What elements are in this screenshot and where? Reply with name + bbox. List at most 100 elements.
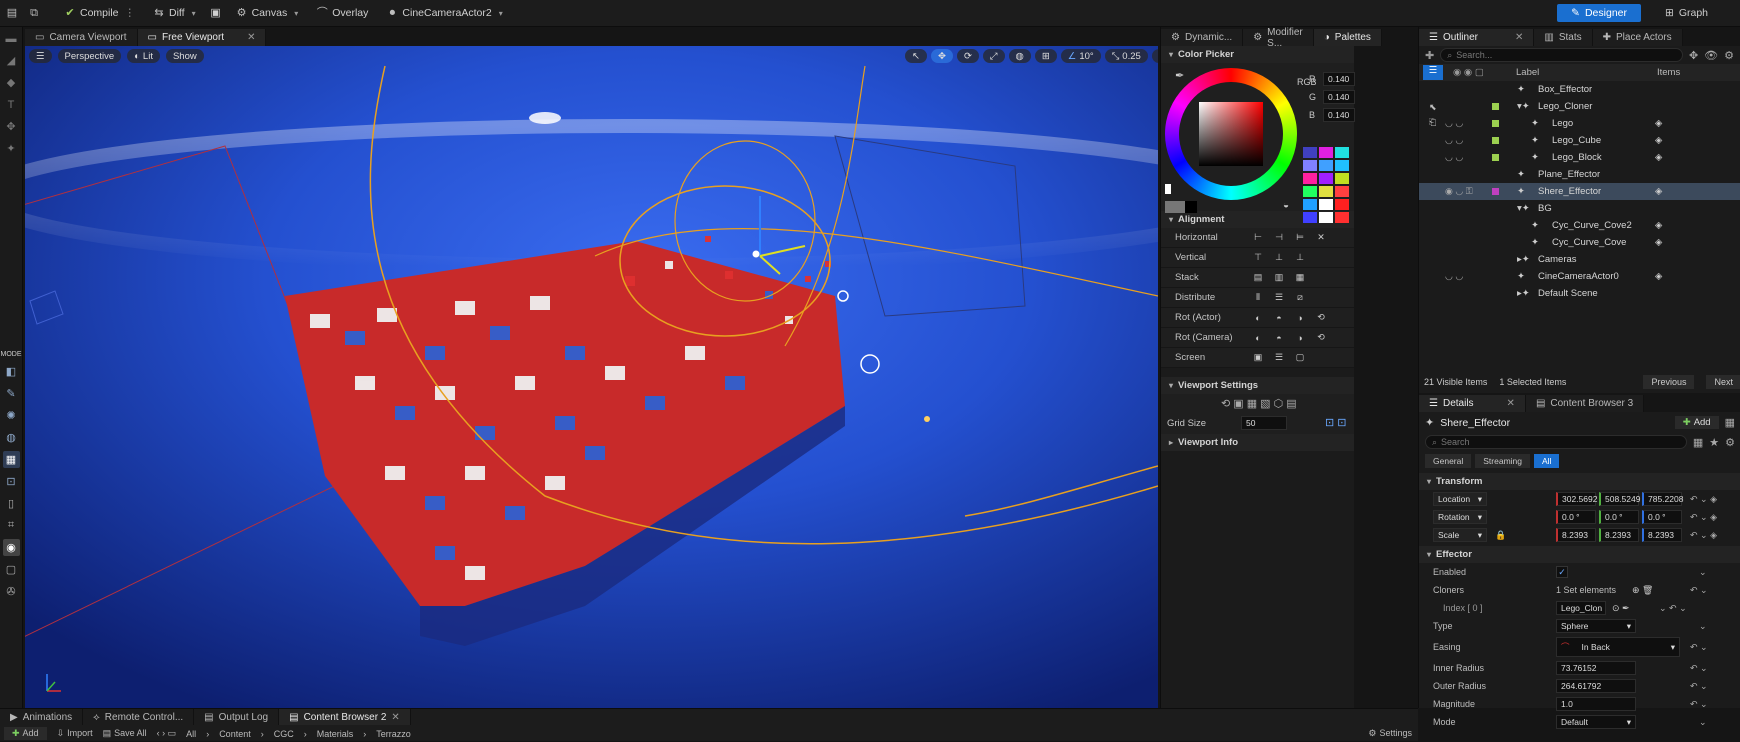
actor-action-icon[interactable]: ◈ [1655, 237, 1662, 248]
visibility-eye-icon[interactable]: ◡ ◡ [1445, 135, 1463, 146]
tab-animations[interactable]: ▶ Animations [0, 709, 84, 725]
distribute-d-icon[interactable]: ⧄ [1293, 291, 1307, 305]
outliner-search-input[interactable]: ⌕ Search... [1440, 48, 1683, 62]
screen-fit-icon[interactable]: ▣ [1251, 351, 1265, 365]
stack-y-icon[interactable]: ▥ [1272, 271, 1286, 285]
scale-z-field[interactable]: 8.2393 [1642, 528, 1682, 542]
color-swatch[interactable] [1335, 173, 1349, 184]
camera-actor-select[interactable]: ⏺ CineCameraActor2 [382, 3, 506, 23]
diff-button[interactable]: ⇆ Diff [149, 3, 200, 23]
camera-tool-icon[interactable]: ◉ [2, 539, 20, 556]
reset-arrow-icon[interactable]: ↶ ⌄ [1690, 642, 1708, 653]
tab-details[interactable]: ☰ Details ✕ [1419, 395, 1526, 412]
designer-mode-button[interactable]: ✎ Designer [1557, 4, 1641, 22]
tab-free-viewport[interactable]: ▭ Free Viewport ✕ [137, 29, 267, 46]
frame-tool-icon[interactable]: ⊡ [3, 473, 20, 490]
outliner-row[interactable]: ◡ ◡ ✦ CineCameraActor0 ◈ [1419, 268, 1740, 285]
magnitude-field[interactable]: 1.0 [1556, 697, 1636, 711]
close-icon[interactable]: ✕ [1507, 398, 1515, 409]
items-column-header[interactable]: Items [1657, 67, 1680, 78]
stack-z-icon[interactable]: ▦ [1293, 271, 1307, 285]
grid-toggle-icon[interactable]: ⊡ ⊡ [1325, 416, 1347, 429]
align-right-icon[interactable]: ⊨ [1293, 231, 1307, 245]
add-component-button[interactable]: ✚ Add [1674, 416, 1719, 429]
actor-action-icon[interactable]: ◈ [1655, 118, 1662, 129]
reset-arrow-icon[interactable]: ↶ ⌄ [1690, 663, 1708, 674]
outliner-settings-icon[interactable]: ⚙ [1724, 49, 1734, 62]
outliner-row[interactable]: ◡ ◡ ✦ Lego ◈ [1419, 115, 1740, 132]
actor-action-icon[interactable]: ◈ [1655, 271, 1662, 282]
b-field[interactable]: 0.140 [1323, 108, 1355, 122]
tab-content-browser-2[interactable]: ▤ Content Browser 2 ✕ [279, 709, 411, 725]
blueprint-icon[interactable]: ▦ [1725, 416, 1735, 429]
previous-button[interactable]: Previous [1643, 375, 1695, 389]
actor-action-icon[interactable]: ◈ [1655, 135, 1662, 146]
easing-dropdown[interactable]: ⌒ In Back ▾ [1556, 637, 1680, 657]
layout-grid-icon[interactable]: ▦ [2, 451, 20, 468]
transform-icon[interactable]: ✥ [3, 118, 20, 135]
grid-tool-icon[interactable]: ◧ [3, 363, 20, 380]
transform-header[interactable]: Transform [1419, 473, 1740, 490]
path-segment[interactable]: Materials [317, 729, 354, 739]
scale-tool-icon[interactable]: ⤢ [982, 49, 1005, 63]
rot-camera-y-icon[interactable]: ◓ [1272, 331, 1286, 345]
color-swatch[interactable] [1335, 160, 1349, 171]
landscape-icon[interactable]: ◢ [3, 52, 20, 69]
index-value-field[interactable]: Lego_Clon [1556, 601, 1606, 615]
color-swatch[interactable] [1303, 199, 1317, 210]
outliner-filter-icon[interactable]: ✥ [1689, 49, 1698, 62]
camera-speed-button[interactable]: ▭2 [1151, 49, 1158, 63]
visibility-eye-icon[interactable]: ◉ ◡ ⚿ [1445, 186, 1473, 197]
align-center-icon[interactable]: ⊣ [1272, 231, 1286, 245]
cube-icon[interactable]: ◆ [3, 74, 20, 91]
screen-tool-icon[interactable]: ▢ [3, 561, 20, 578]
overlay-button[interactable]: ⌒ Overlay [312, 3, 372, 23]
type-dropdown[interactable]: Sphere ▾ [1556, 619, 1636, 633]
close-icon[interactable]: ✕ [391, 712, 399, 723]
grid-view-icon[interactable]: ▦ [1693, 436, 1703, 449]
3d-viewport[interactable]: ☰ Perspective ◐ Lit Show ↖ ✥ ⟳ ⤢ ◍ ⊞ ∠ 10°… [25, 46, 1158, 709]
outliner-row[interactable]: ▸✦ Cameras [1419, 251, 1740, 268]
saturation-square[interactable] [1199, 102, 1263, 166]
label-column-header[interactable]: Label [1516, 67, 1539, 78]
outer-radius-field[interactable]: 264.61792 [1556, 679, 1636, 693]
rot-actor-z-icon[interactable]: ◑ [1293, 311, 1307, 325]
sun-tool-icon[interactable]: ✺ [3, 407, 20, 424]
viewport-info-header[interactable]: Viewport Info [1161, 434, 1354, 451]
g-field[interactable]: 0.140 [1323, 90, 1355, 104]
media-icon[interactable]: ▣ [210, 7, 222, 19]
outliner-filter-button[interactable]: ☰ [1423, 65, 1443, 80]
color-swatch[interactable] [1319, 186, 1333, 197]
rot-camera-reset-icon[interactable]: ⟲ [1314, 331, 1328, 345]
filter-all[interactable]: All [1534, 454, 1560, 468]
location-z-field[interactable]: 785.2208 [1642, 492, 1683, 506]
save-icon[interactable]: ▤ [6, 7, 18, 19]
add-filter-icon[interactable]: ✚ [1425, 49, 1434, 62]
location-dropdown[interactable]: Location ▾ [1433, 492, 1487, 506]
outliner-row[interactable]: ✦ Cyc_Curve_Cove ◈ [1419, 234, 1740, 251]
align-left-icon[interactable]: ⊢ [1251, 231, 1265, 245]
select-tool-icon[interactable]: ↖ [905, 49, 927, 63]
reset-arrow-icon[interactable]: ↶ ⌄ [1690, 585, 1708, 596]
align-middle-icon[interactable]: ⊥ [1272, 251, 1286, 265]
outliner-row[interactable]: ▾✦ BG [1419, 200, 1740, 217]
surface-snap-icon[interactable]: ⊞ [1034, 49, 1057, 63]
move-tool-icon[interactable]: ✥ [930, 49, 953, 63]
outliner-row[interactable]: ✦ Plane_Effector [1419, 166, 1740, 183]
path-segment[interactable]: Content [219, 729, 251, 739]
location-y-field[interactable]: 508.5249 [1599, 492, 1640, 506]
scale-dropdown[interactable]: Scale ▾ [1433, 528, 1487, 542]
color-swatch[interactable] [1303, 160, 1317, 171]
color-swatch[interactable] [1319, 160, 1333, 171]
actor-name[interactable]: Shere_Effector [1440, 417, 1510, 429]
rot-camera-x-icon[interactable]: ◐ [1251, 331, 1265, 345]
actor-action-icon[interactable]: ◈ [1655, 220, 1662, 231]
tab-content-browser-3[interactable]: ▤ Content Browser 3 [1525, 395, 1645, 412]
select-mode-icon[interactable]: ▬ [3, 30, 20, 47]
color-swatch[interactable] [1319, 173, 1333, 184]
color-swatch[interactable] [1335, 147, 1349, 158]
browse-icon[interactable]: ⧉ [28, 7, 40, 19]
rotate-tool-icon[interactable]: ⟳ [956, 49, 979, 63]
compile-button[interactable]: ✔ Compile ⋮ [60, 3, 139, 23]
reset-arrow-icon[interactable]: ↶ ⌄ ◈ [1690, 494, 1717, 505]
